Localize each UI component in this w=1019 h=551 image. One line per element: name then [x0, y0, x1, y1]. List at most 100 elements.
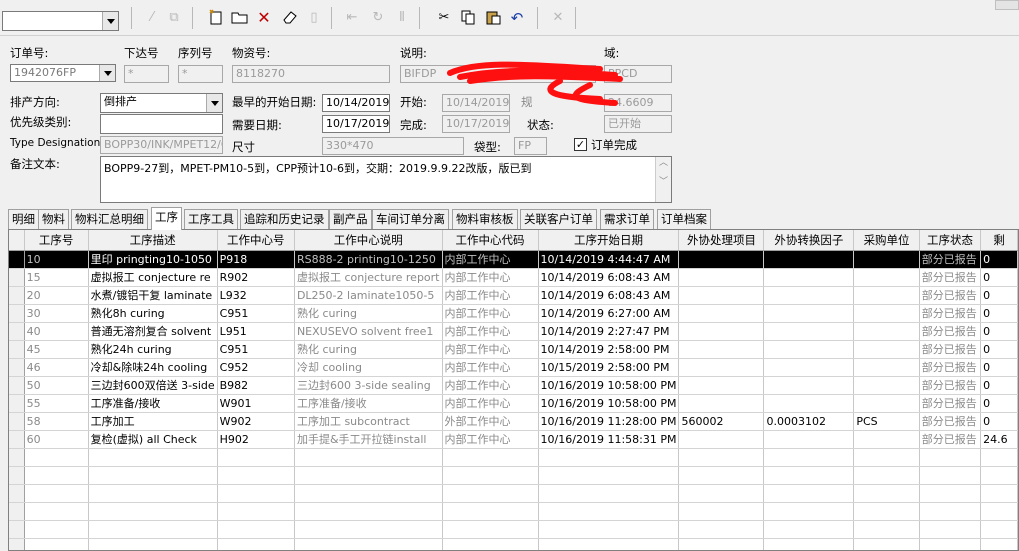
cell-op-desc[interactable]: 普通无溶剂复合 solvent [88, 322, 218, 341]
cell-op-status[interactable]: 部分已报告 [919, 340, 982, 359]
col-header-subcontract-factor[interactable]: 外协转换因子 [763, 230, 855, 251]
cell-subcontract-item[interactable] [678, 268, 765, 287]
paste-icon[interactable] [484, 9, 502, 27]
empty-row[interactable] [9, 448, 1018, 467]
complete-field[interactable]: 10/17/2019 [442, 115, 510, 133]
col-header-purchase-unit[interactable]: 采购单位 [853, 230, 920, 251]
item-no-field[interactable]: 8118270 [232, 65, 390, 83]
earliest-start-field[interactable]: 10/14/2019 [322, 94, 390, 112]
row-selector[interactable] [9, 466, 25, 485]
empty-cell[interactable] [442, 448, 539, 467]
eraser-icon[interactable] [281, 9, 299, 27]
order-complete-checkbox[interactable]: ✓ [574, 138, 587, 151]
cell-wc-code[interactable]: 内部工作中心 [442, 340, 539, 359]
empty-cell[interactable] [442, 538, 539, 550]
cell-wc-no[interactable]: W901 [217, 394, 295, 413]
cell-wc-desc[interactable]: 三边封600 3-side sealing [294, 376, 443, 395]
empty-cell[interactable] [919, 484, 982, 503]
row-selector[interactable] [9, 502, 25, 521]
col-header-wc-no[interactable]: 工作中心号 [217, 230, 295, 251]
row-selector[interactable] [9, 286, 25, 305]
empty-cell[interactable] [88, 484, 218, 503]
empty-cell[interactable] [538, 484, 680, 503]
empty-cell[interactable] [294, 466, 443, 485]
cell-op-desc[interactable]: 熟化24h curing [88, 340, 218, 359]
row-selector[interactable] [9, 520, 25, 539]
empty-cell[interactable] [88, 448, 218, 467]
cell-op-start[interactable]: 10/16/2019 11:28:00 PM [538, 412, 680, 431]
empty-cell[interactable] [24, 466, 89, 485]
cell-subcontract-factor[interactable] [763, 340, 855, 359]
cell-purchase-unit[interactable] [853, 358, 920, 377]
col-header-remaining[interactable]: 剩 [980, 230, 1018, 251]
tab-related-customer-orders[interactable]: 关联客户订单 [520, 209, 597, 229]
row-selector[interactable] [9, 394, 25, 413]
empty-cell[interactable] [442, 520, 539, 539]
cell-subcontract-factor[interactable] [763, 430, 855, 449]
empty-row[interactable] [9, 502, 1018, 521]
cell-op-start[interactable]: 10/14/2019 6:27:00 AM [538, 304, 680, 323]
empty-cell[interactable] [88, 538, 218, 550]
tab-order-archive[interactable]: 订单档案 [657, 209, 711, 229]
cell-wc-code[interactable]: 内部工作中心 [442, 322, 539, 341]
prev-icon[interactable]: ⇤ [343, 9, 361, 27]
new-icon[interactable] [207, 9, 225, 27]
empty-row[interactable] [9, 538, 1018, 550]
cell-subcontract-factor[interactable] [763, 376, 855, 395]
cell-op-start[interactable]: 10/16/2019 11:58:31 PM [538, 430, 680, 449]
start-field[interactable]: 10/14/2019 [442, 94, 510, 112]
empty-cell[interactable] [538, 448, 680, 467]
cell-purchase-unit[interactable] [853, 376, 920, 395]
cell-remaining[interactable]: 0 [980, 412, 1018, 431]
cell-op-start[interactable]: 10/14/2019 6:08:43 AM [538, 268, 680, 287]
cell-op-status[interactable]: 部分已报告 [919, 286, 982, 305]
chevron-down-icon[interactable] [102, 12, 118, 30]
cell-op-no[interactable]: 40 [24, 322, 89, 341]
col-header-wc-desc[interactable]: 工作中心说明 [294, 230, 443, 251]
cell-op-no[interactable]: 20 [24, 286, 89, 305]
cell-subcontract-factor[interactable] [763, 304, 855, 323]
cell-wc-no[interactable]: H902 [217, 430, 295, 449]
open-icon[interactable] [231, 9, 249, 27]
cell-op-no[interactable]: 30 [24, 304, 89, 323]
cell-op-no[interactable]: 46 [24, 358, 89, 377]
cell-remaining[interactable]: 0 [980, 322, 1018, 341]
row-selector[interactable] [9, 430, 25, 449]
cell-op-start[interactable]: 10/14/2019 4:44:47 AM [538, 250, 680, 269]
empty-cell[interactable] [294, 502, 443, 521]
empty-cell[interactable] [294, 520, 443, 539]
empty-cell[interactable] [980, 520, 1018, 539]
cell-op-no[interactable]: 50 [24, 376, 89, 395]
cell-op-status[interactable]: 部分已报告 [919, 430, 982, 449]
row-selector[interactable] [9, 340, 25, 359]
row-selector[interactable] [9, 304, 25, 323]
cell-wc-no[interactable]: C951 [217, 304, 295, 323]
empty-cell[interactable] [88, 466, 218, 485]
empty-cell[interactable] [853, 520, 920, 539]
cell-wc-code[interactable]: 内部工作中心 [442, 268, 539, 287]
empty-cell[interactable] [980, 484, 1018, 503]
empty-cell[interactable] [919, 520, 982, 539]
empty-cell[interactable] [294, 448, 443, 467]
row-selector[interactable] [9, 538, 25, 550]
cell-remaining[interactable]: 0 [980, 340, 1018, 359]
cell-subcontract-item[interactable] [678, 430, 765, 449]
empty-cell[interactable] [763, 538, 855, 550]
cell-subcontract-item[interactable]: 560002 [678, 412, 765, 431]
empty-cell[interactable] [919, 466, 982, 485]
empty-cell[interactable] [442, 502, 539, 521]
row-selector[interactable] [9, 448, 25, 467]
cell-op-start[interactable]: 10/16/2019 10:58:00 PM [538, 376, 680, 395]
cell-remaining[interactable]: 0 [980, 376, 1018, 395]
cell-subcontract-item[interactable] [678, 340, 765, 359]
empty-cell[interactable] [24, 502, 89, 521]
cell-op-no[interactable]: 10 [24, 250, 89, 269]
cell-op-desc[interactable]: 里印 pringting10-1050 [88, 250, 218, 269]
empty-cell[interactable] [678, 466, 765, 485]
copy-icon[interactable] [459, 9, 477, 27]
cell-op-no[interactable]: 55 [24, 394, 89, 413]
chevron-down-icon[interactable] [206, 94, 222, 112]
empty-row[interactable] [9, 484, 1018, 503]
empty-cell[interactable] [294, 484, 443, 503]
bag-type-field[interactable]: FP [514, 137, 547, 155]
